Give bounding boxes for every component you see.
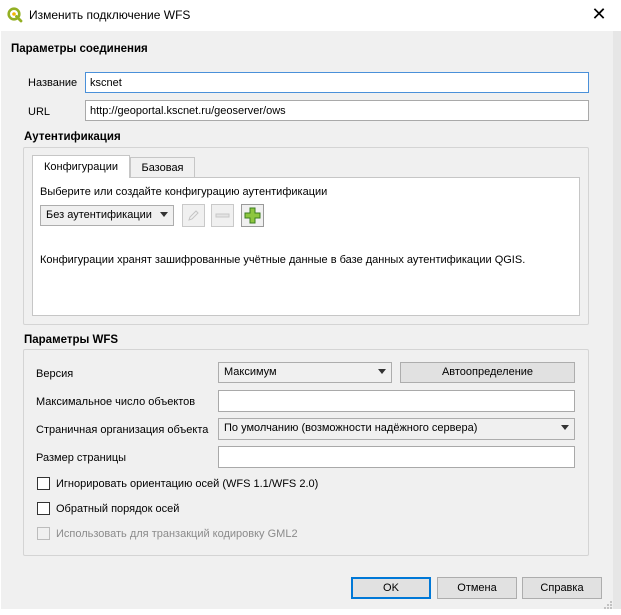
version-value: Максимум <box>224 366 277 378</box>
ok-button[interactable]: OK <box>351 577 431 599</box>
auth-section-title: Аутентификация <box>24 131 121 143</box>
remove-config-button[interactable] <box>211 204 234 227</box>
resize-grip-icon[interactable] <box>603 600 613 610</box>
invert-axis-checkbox[interactable] <box>37 502 50 515</box>
plus-icon <box>244 207 261 224</box>
chevron-down-icon <box>378 369 386 374</box>
invert-axis-label[interactable]: Обратный порядок осей <box>56 503 179 515</box>
help-button[interactable]: Справка <box>522 577 602 599</box>
max-features-label: Максимальное число объектов <box>36 396 196 408</box>
chevron-down-icon <box>160 212 168 217</box>
ignore-axis-label[interactable]: Игнорировать ориентацию осей (WFS 1.1/WF… <box>56 478 318 490</box>
qgis-logo-icon <box>7 7 23 23</box>
version-select[interactable]: Максимум <box>218 362 392 383</box>
close-button[interactable]: ✕ <box>588 5 610 25</box>
auth-config-select[interactable]: Без аутентификации <box>40 205 174 226</box>
name-label: Название <box>28 77 78 89</box>
gml2-label: Использовать для транзакций кодировку GM… <box>56 528 298 540</box>
chevron-down-icon <box>561 425 569 430</box>
add-config-button[interactable] <box>241 204 264 227</box>
cancel-button[interactable]: Отмена <box>437 577 517 599</box>
tab-configurations[interactable]: Конфигурации <box>32 155 130 178</box>
autodetect-button[interactable]: Автоопределение <box>400 362 575 383</box>
window-title: Изменить подключение WFS <box>29 8 191 22</box>
auth-select-prompt: Выберите или создайте конфигурацию аутен… <box>40 186 328 198</box>
url-input[interactable] <box>85 100 589 121</box>
version-label: Версия <box>36 368 74 380</box>
page-size-input[interactable] <box>218 446 575 468</box>
pencil-icon <box>188 210 199 221</box>
ignore-axis-checkbox[interactable] <box>37 477 50 490</box>
paging-label: Страничная организация объекта <box>36 424 209 436</box>
wfs-section-title: Параметры WFS <box>24 334 119 346</box>
paging-select[interactable]: По умолчанию (возможности надёжного серв… <box>218 418 575 440</box>
name-input[interactable] <box>85 72 589 93</box>
paging-value: По умолчанию (возможности надёжного серв… <box>224 422 478 434</box>
connection-section-title: Параметры соединения <box>11 43 148 55</box>
page-size-label: Размер страницы <box>36 452 127 464</box>
auth-config-value: Без аутентификации <box>46 209 152 221</box>
edit-config-button[interactable] <box>182 204 205 227</box>
max-features-input[interactable] <box>218 390 575 412</box>
auth-info-text: Конфигурации хранят зашифрованные учётны… <box>40 254 526 266</box>
tab-basic[interactable]: Базовая <box>130 157 195 178</box>
url-label: URL <box>28 106 51 118</box>
minus-icon <box>215 213 230 218</box>
scrollbar[interactable] <box>613 31 621 609</box>
gml2-checkbox <box>37 527 50 540</box>
